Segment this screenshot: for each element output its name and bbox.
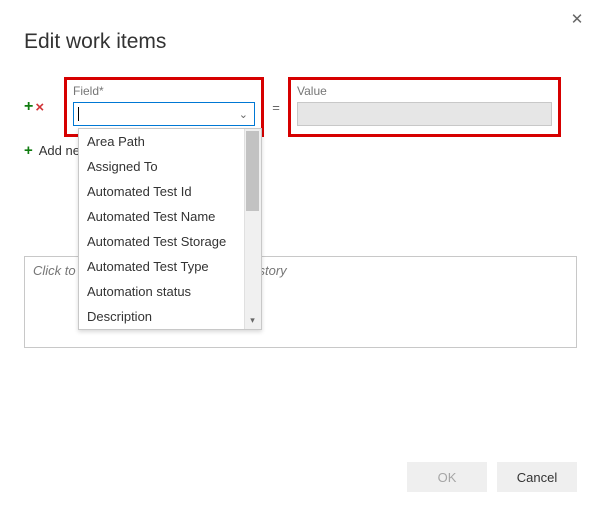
remove-row-icon[interactable]: × [35, 99, 44, 116]
field-dropdown[interactable]: Area Path Assigned To Automated Test Id … [78, 128, 262, 330]
value-label: Value [297, 84, 552, 100]
scroll-down-icon[interactable]: ▾ [246, 314, 259, 327]
dropdown-option[interactable]: Automated Test Type [79, 254, 261, 279]
equals-sign: = [264, 100, 288, 115]
chevron-down-icon[interactable]: ⌄ [239, 108, 248, 121]
plus-icon: + [24, 142, 33, 159]
value-input[interactable] [297, 102, 552, 126]
dropdown-option[interactable]: Description [79, 304, 261, 329]
field-combobox[interactable]: ⌄ [73, 102, 255, 126]
dropdown-option[interactable]: Automated Test Id [79, 179, 261, 204]
row-actions: + × [24, 98, 64, 116]
dropdown-option[interactable]: Automated Test Storage [79, 229, 261, 254]
cancel-button[interactable]: Cancel [497, 462, 577, 492]
dropdown-scrollbar[interactable]: ▾ [244, 129, 261, 329]
text-cursor [78, 107, 79, 121]
dialog-footer: OK Cancel [407, 462, 577, 492]
close-icon[interactable]: ✕ [569, 12, 585, 28]
dropdown-option[interactable]: Automated Test Name [79, 204, 261, 229]
dialog-title: Edit work items [0, 0, 601, 54]
ok-button[interactable]: OK [407, 462, 487, 492]
value-highlight: Value [288, 77, 561, 137]
field-label: Field* [73, 84, 255, 100]
edit-work-items-dialog: ✕ Edit work items + × Field* ⌄ = Value + [0, 0, 601, 516]
field-row: + × Field* ⌄ = Value [24, 82, 579, 132]
scrollbar-thumb[interactable] [246, 131, 259, 211]
dropdown-option[interactable]: Automation status [79, 279, 261, 304]
dropdown-option[interactable]: Assigned To [79, 154, 261, 179]
add-row-icon[interactable]: + [24, 98, 33, 116]
dropdown-option[interactable]: Area Path [79, 129, 261, 154]
